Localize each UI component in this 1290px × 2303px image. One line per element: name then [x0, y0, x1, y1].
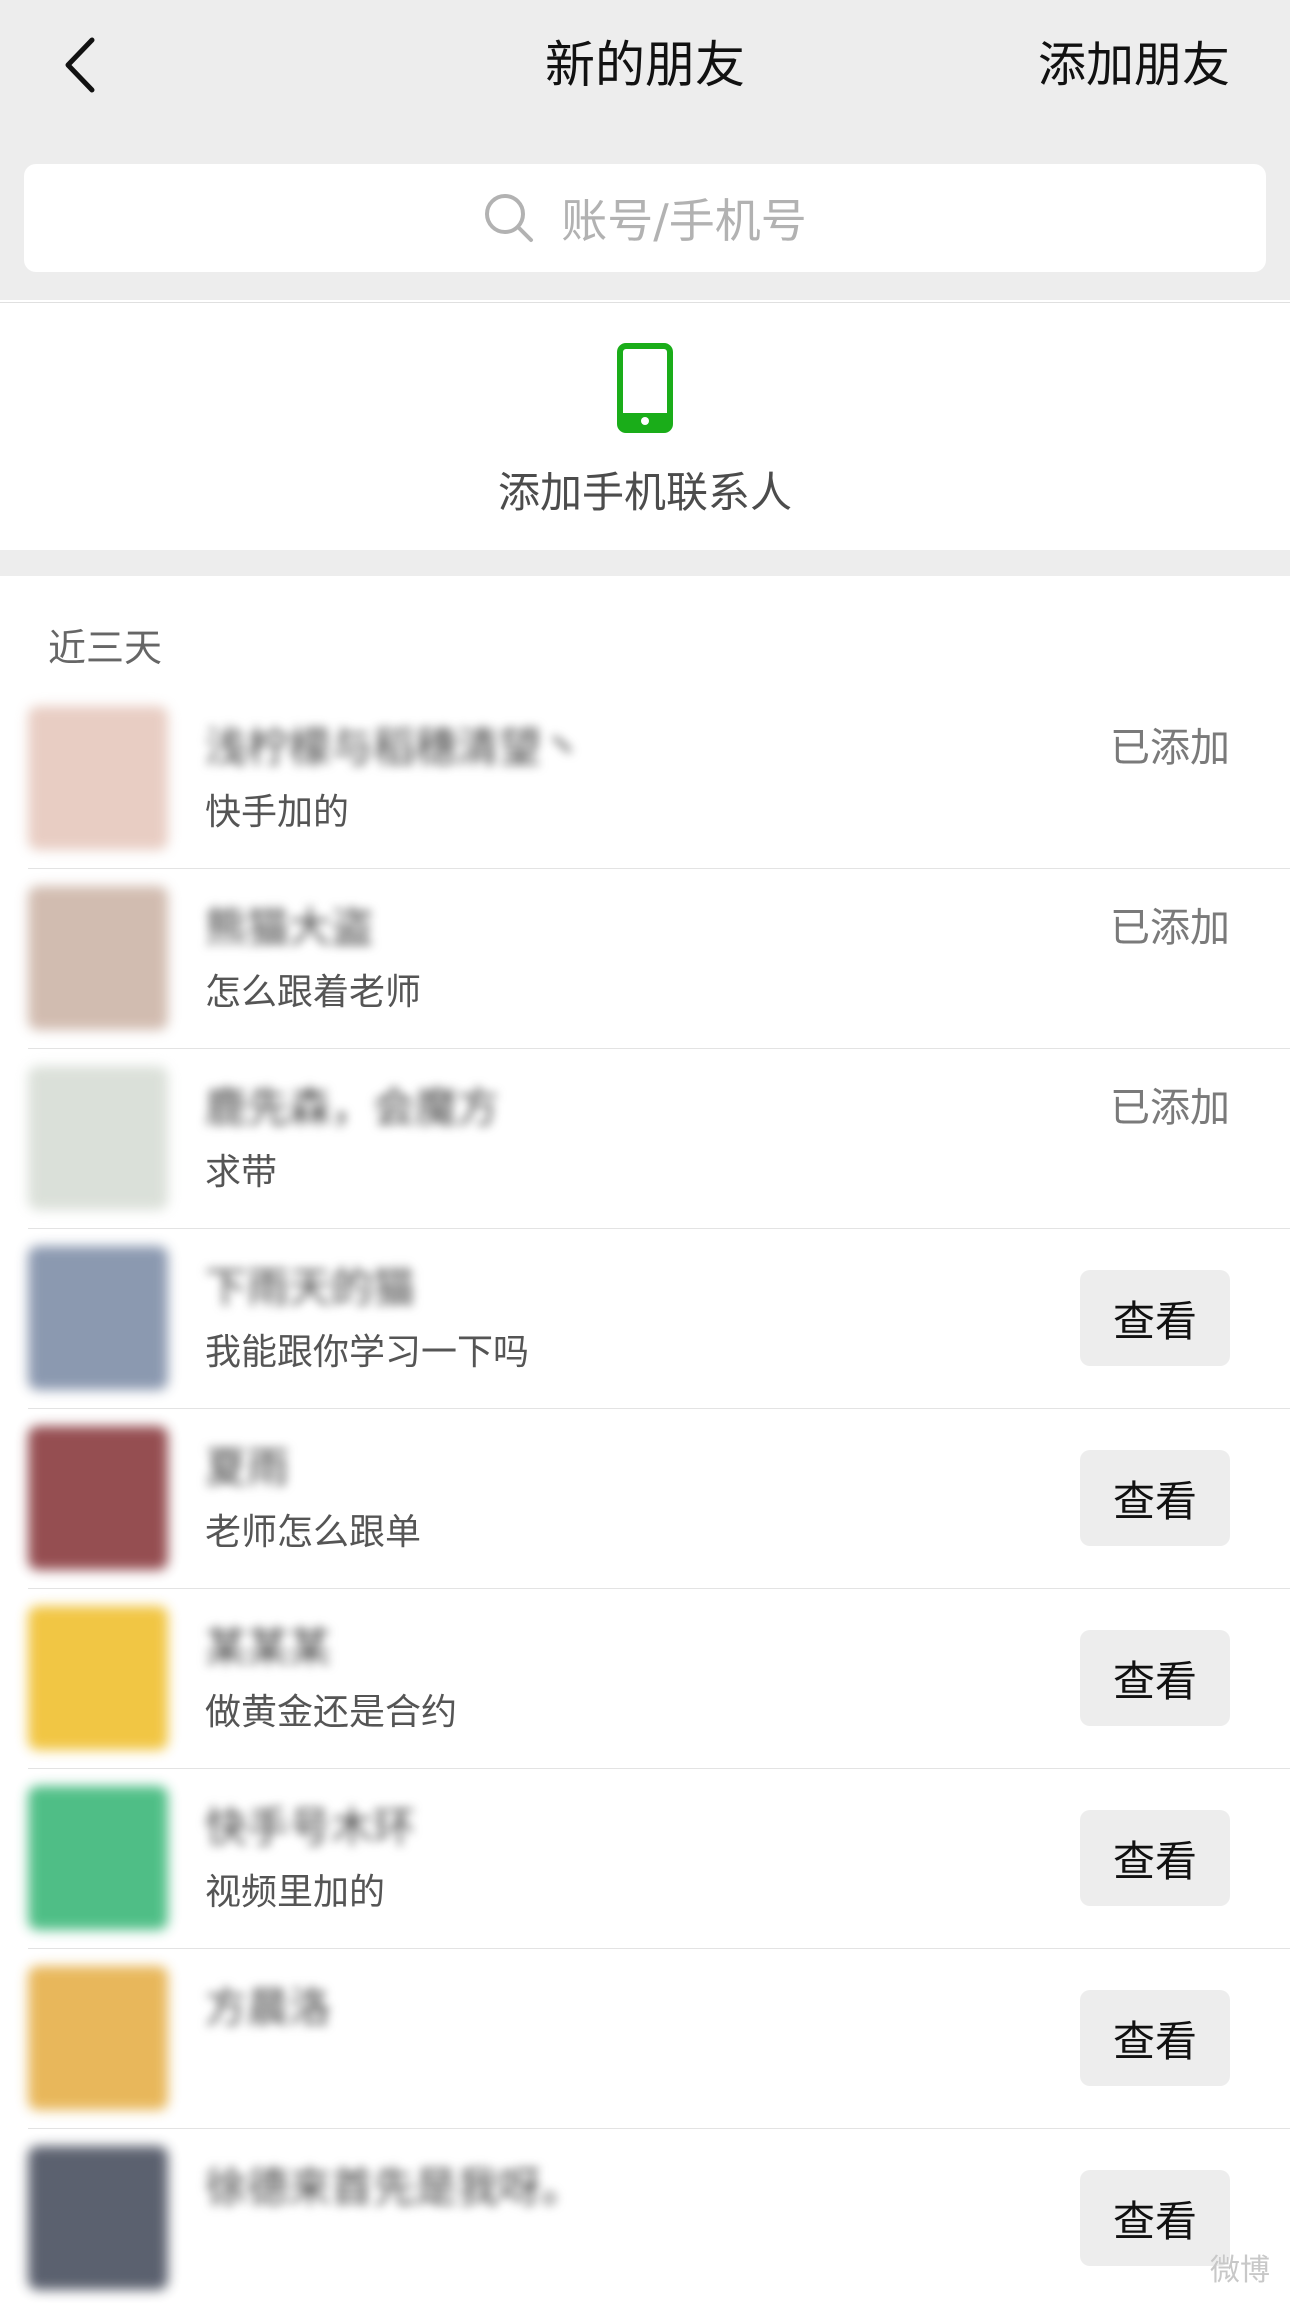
request-name: 下雨天的猫: [205, 1263, 416, 1312]
status-added-label: 已添加: [1110, 905, 1230, 951]
avatar[interactable]: [28, 1066, 168, 1210]
friend-request-row[interactable]: 方晨洛 查看: [0, 1948, 1290, 2128]
avatar[interactable]: [28, 1786, 168, 1930]
request-name: 徐德来首先是我呀。: [205, 2163, 584, 2212]
avatar[interactable]: [28, 1246, 168, 1390]
friend-request-row[interactable]: 徐德来首先是我呀。 查看: [0, 2128, 1290, 2303]
new-friends-screen: 新的朋友 添加朋友 账号/手机号 添加手机联系人 近三天 浅柠檬与稻穗清望丶 快手…: [0, 0, 1290, 2303]
avatar[interactable]: [28, 1606, 168, 1750]
request-note: 求带: [205, 1152, 278, 1193]
add-friend-button[interactable]: 添加朋友: [1038, 30, 1230, 100]
status-added-label: 已添加: [1110, 725, 1230, 771]
add-phone-contacts-label: 添加手机联系人: [497, 468, 792, 517]
nav-bar: 新的朋友 添加朋友: [0, 0, 1290, 140]
section-divider: [0, 550, 1290, 576]
request-name: 熊猫大盗: [205, 903, 374, 952]
search-area: 账号/手机号: [0, 140, 1290, 300]
search-icon: [485, 194, 534, 242]
avatar[interactable]: [28, 706, 168, 850]
request-note: 做黄金还是合约: [205, 1692, 458, 1733]
friend-request-row[interactable]: 夏雨老师怎么跟单 查看: [0, 1408, 1290, 1588]
status-added-label: 已添加: [1110, 1085, 1230, 1131]
request-name: 鹿先森，会魔方: [205, 1083, 500, 1132]
friend-request-list: 浅柠檬与稻穗清望丶 快手加的 已添加 熊猫大盗 怎么跟着老师 已添加 鹿先森，会魔方 求带 已添…: [0, 688, 1290, 2303]
view-button[interactable]: 查看: [1080, 1270, 1230, 1366]
avatar[interactable]: [28, 1426, 168, 1570]
request-name: 某某某: [205, 1623, 332, 1672]
view-button[interactable]: 查看: [1080, 1450, 1230, 1546]
search-placeholder: 账号/手机号: [561, 194, 807, 248]
request-name: 方晨洛: [205, 1983, 332, 2032]
request-note: 快手加的: [205, 792, 350, 833]
avatar[interactable]: [28, 886, 168, 1030]
view-button[interactable]: 查看: [1080, 2170, 1230, 2266]
add-phone-contacts-button[interactable]: 添加手机联系人: [0, 302, 1290, 550]
avatar[interactable]: [28, 2146, 168, 2290]
request-name: 浅柠檬与稻穗清望丶: [205, 723, 584, 772]
view-button[interactable]: 查看: [1080, 1810, 1230, 1906]
friend-request-row[interactable]: 某某某做黄金还是合约 查看: [0, 1588, 1290, 1768]
request-note: 我能跟你学习一下吗: [205, 1332, 530, 1373]
friend-request-row[interactable]: 下雨天的猫我能跟你学习一下吗 查看: [0, 1228, 1290, 1408]
friend-request-row[interactable]: 鹿先森，会魔方求带 已添加: [0, 1048, 1290, 1228]
view-button[interactable]: 查看: [1080, 1990, 1230, 2086]
request-note: 老师怎么跟单: [205, 1512, 422, 1553]
request-note: 视频里加的: [205, 1872, 386, 1913]
request-note: 怎么跟着老师: [205, 972, 422, 1013]
search-input[interactable]: 账号/手机号: [24, 164, 1266, 272]
request-name: 夏雨: [205, 1443, 290, 1492]
phone-icon: [617, 343, 673, 433]
avatar[interactable]: [28, 1966, 168, 2110]
friend-request-row[interactable]: 快手号木环视频里加的 查看: [0, 1768, 1290, 1948]
watermark: 微博: [1210, 2253, 1270, 2288]
section-header: 近三天: [48, 626, 163, 670]
request-name: 快手号木环: [205, 1803, 416, 1852]
friend-request-row[interactable]: 浅柠檬与稻穗清望丶快手加的 已添加: [0, 688, 1290, 868]
view-button[interactable]: 查看: [1080, 1630, 1230, 1726]
friend-request-row[interactable]: 熊猫大盗怎么跟着老师 已添加: [0, 868, 1290, 1048]
